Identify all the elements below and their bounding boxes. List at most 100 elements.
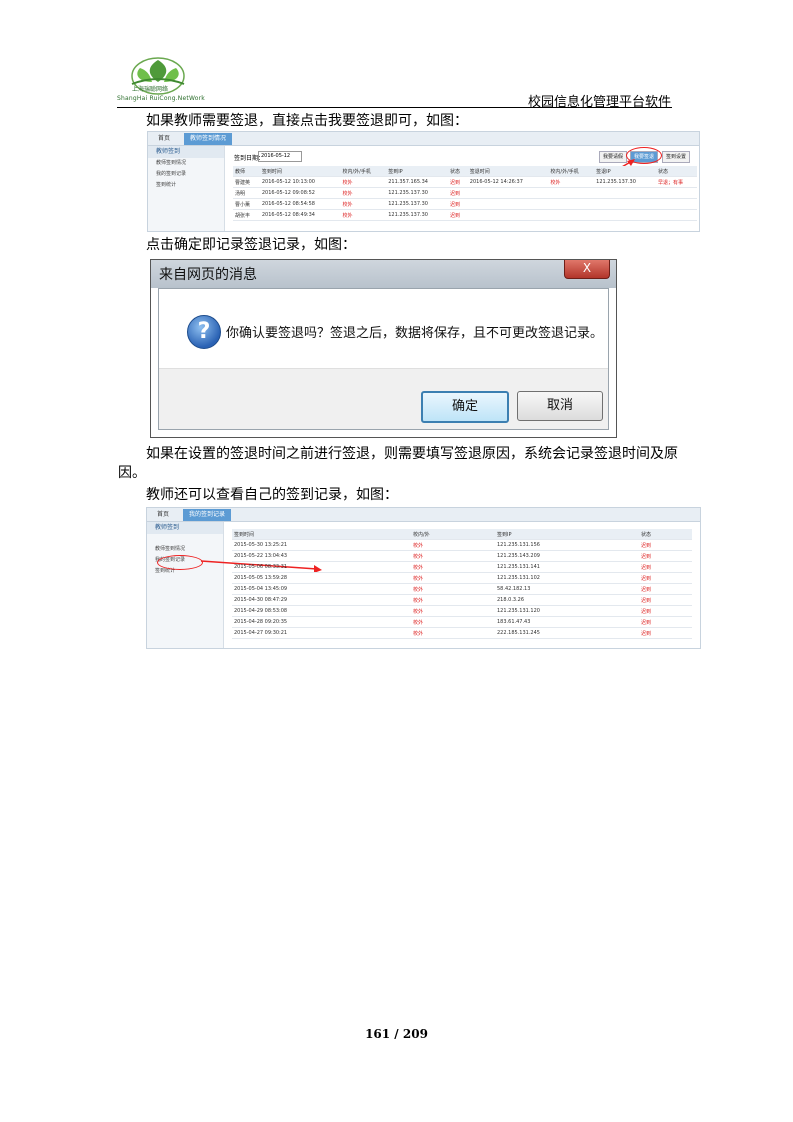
column-header: 校内/外/手机 <box>548 166 595 177</box>
table-row: 2015-05-05 13:59:28 校外 121.235.131.102 迟到 <box>232 572 692 584</box>
cell: 2016-05-12 14:26:37 <box>467 176 549 188</box>
column-header: 签退IP <box>594 166 656 177</box>
cancel-button[interactable]: 取消 <box>517 391 603 421</box>
cell: 校外 <box>411 572 495 584</box>
cell: 2015-05-04 13:45:09 <box>232 583 411 595</box>
sidebar-item-attendance[interactable]: 教师签到情况 <box>148 158 224 169</box>
cell: 2015-04-29 08:53:08 <box>232 605 411 617</box>
my-records-table: 签到时间 校内/外 签到IP 状态 2015-05-30 13:25:21 校外 1… <box>232 529 692 639</box>
ok-button[interactable]: 确定 <box>421 391 509 423</box>
cell <box>655 198 697 210</box>
cell: 校外 <box>411 616 495 628</box>
cell: 121.235.131.120 <box>495 605 639 617</box>
table-row: 胡张丰 2016-05-12 08:49:34 校外 121.235.137.3… <box>233 209 697 221</box>
table-row: 曹小薰 2016-05-12 08:54:58 校外 121.235.137.3… <box>233 198 697 210</box>
dialog-body: ? 你确认要签退吗？签退之后，数据将保存，且不可更改签退记录。 确定 取消 <box>158 288 609 430</box>
cell: 183.61.47.43 <box>495 616 639 628</box>
tab-teacher-attendance[interactable]: 教师签到情况 <box>184 133 233 145</box>
cell: 早退；有事 <box>655 176 697 188</box>
cell: 迟到 <box>639 539 692 551</box>
table-row: 2015-05-22 13:04:43 校外 121.235.143.209 迟到 <box>232 550 692 562</box>
cell: 迟到 <box>639 550 692 562</box>
header-divider <box>117 107 672 108</box>
cell: 2015-05-22 13:04:43 <box>232 550 411 562</box>
table-row: 2015-04-28 09:20:35 校外 183.61.47.43 迟到 <box>232 616 692 628</box>
cell: 校外 <box>548 176 595 188</box>
paragraph-3-line-2: 因。 <box>118 465 146 481</box>
sign-settings-button[interactable]: 签到设置 <box>662 151 691 163</box>
dialog-titlebar: 来自网页的消息 X <box>151 260 616 288</box>
cell: 迟到 <box>448 176 468 188</box>
cell: 校外 <box>340 176 387 188</box>
tab-home[interactable]: 首页 <box>151 509 175 521</box>
cell <box>594 187 656 199</box>
table-row: 2015-04-27 09:30:21 校外 222.185.131.245 迟到 <box>232 627 692 639</box>
table-row: 汤明 2016-05-12 09:08:52 校外 121.235.137.30… <box>233 187 697 199</box>
cell <box>655 187 697 199</box>
cell <box>655 209 697 221</box>
sidebar-item-my-records[interactable]: 我的签到记录 <box>148 169 224 180</box>
cell: 曹建英 <box>233 176 260 188</box>
sidebar-title[interactable]: 教师签到 <box>148 146 224 158</box>
cell: 胡张丰 <box>233 209 260 221</box>
cell: 121.235.143.209 <box>495 550 639 562</box>
table-row: 曹建英 2016-05-12 10:13:00 校外 211.357.165.3… <box>233 176 697 188</box>
cell: 58.42.182.13 <box>495 583 639 595</box>
cell: 校外 <box>411 627 495 639</box>
table-row: 2015-05-04 13:45:09 校外 58.42.182.13 迟到 <box>232 583 692 595</box>
column-header: 签到IP <box>386 166 448 177</box>
cell: 曹小薰 <box>233 198 260 210</box>
confirm-dialog: 来自网页的消息 X ? 你确认要签退吗？签退之后，数据将保存，且不可更改签退记录… <box>150 259 617 438</box>
cell: 2016-05-12 09:08:52 <box>259 187 341 199</box>
column-header: 状态 <box>448 166 468 177</box>
cell: 校外 <box>411 539 495 551</box>
sidebar: 教师签到 教师签到情况 我的签到记录 签到统计 <box>147 522 224 648</box>
sidebar-title[interactable]: 教师签到 <box>147 522 223 534</box>
table-row: 2015-05-30 13:25:21 校外 121.235.131.156 迟到 <box>232 539 692 551</box>
cell: 2015-04-30 08:47:29 <box>232 594 411 606</box>
cell: 211.357.165.34 <box>386 176 448 188</box>
screenshot-my-records: 首页 我的签到记录 教师签到 教师签到情况 我的签到记录 签到统计 签到时间 校… <box>146 507 701 649</box>
sidebar-item-attendance[interactable]: 教师签到情况 <box>147 544 223 555</box>
column-header: 状态 <box>655 166 697 177</box>
screenshot-attendance-today: 首页 教师签到情况 教师签到 教师签到情况 我的签到记录 签到统计 签到日期： … <box>147 131 700 232</box>
cell: 121.235.131.156 <box>495 539 639 551</box>
cell: 迟到 <box>639 561 692 573</box>
logo-text-en: ShangHai RuiCong.NetWork <box>117 95 205 102</box>
question-icon: ? <box>187 315 221 349</box>
tab-home[interactable]: 首页 <box>152 133 176 145</box>
column-header: 签退时间 <box>467 166 549 177</box>
cell: 校外 <box>340 209 387 221</box>
cell: 2016-05-12 08:54:58 <box>259 198 341 210</box>
cell: 2015-04-28 09:20:35 <box>232 616 411 628</box>
cell: 迟到 <box>448 209 468 221</box>
column-header: 校内/外 <box>411 529 495 540</box>
column-header: 签到IP <box>495 529 639 540</box>
cell: 迟到 <box>639 616 692 628</box>
paragraph-2: 点击确定即记录签退记录，如图： <box>146 237 356 253</box>
cell: 迟到 <box>448 198 468 210</box>
cell: 迟到 <box>639 594 692 606</box>
close-icon[interactable]: X <box>564 260 610 279</box>
cell: 迟到 <box>448 187 468 199</box>
table-row: 2015-04-30 08:47:29 校外 218.0.3.26 迟到 <box>232 594 692 606</box>
table-row: 2015-05-06 08:33:31 校外 121.235.131.141 迟到 <box>232 561 692 573</box>
table-header-row: 教师 签到时间 校内/外/手机 签到IP 状态 签退时间 校内/外/手机 签退I… <box>233 166 697 177</box>
highlight-circle <box>157 555 203 570</box>
cell: 迟到 <box>639 572 692 584</box>
cell: 121.235.137.30 <box>386 187 448 199</box>
table-header-row: 签到时间 校内/外 签到IP 状态 <box>232 529 692 540</box>
cell: 迟到 <box>639 605 692 617</box>
attendance-table: 教师 签到时间 校内/外/手机 签到IP 状态 签退时间 校内/外/手机 签退I… <box>233 166 697 221</box>
sidebar-item-statistics[interactable]: 签到统计 <box>148 180 224 191</box>
paragraph-4: 教师还可以查看自己的签到记录，如图： <box>146 487 398 503</box>
cell <box>467 209 549 221</box>
table-row: 2015-04-29 08:53:08 校外 121.235.131.120 迟到 <box>232 605 692 617</box>
cell <box>467 198 549 210</box>
cell: 121.235.137.30 <box>386 209 448 221</box>
tab-my-records[interactable]: 我的签到记录 <box>183 509 232 521</box>
cell: 迟到 <box>639 627 692 639</box>
column-header: 签到时间 <box>232 529 411 540</box>
date-input[interactable]: 2016-05-12 <box>258 151 302 162</box>
cell: 2015-05-06 08:33:31 <box>232 561 411 573</box>
